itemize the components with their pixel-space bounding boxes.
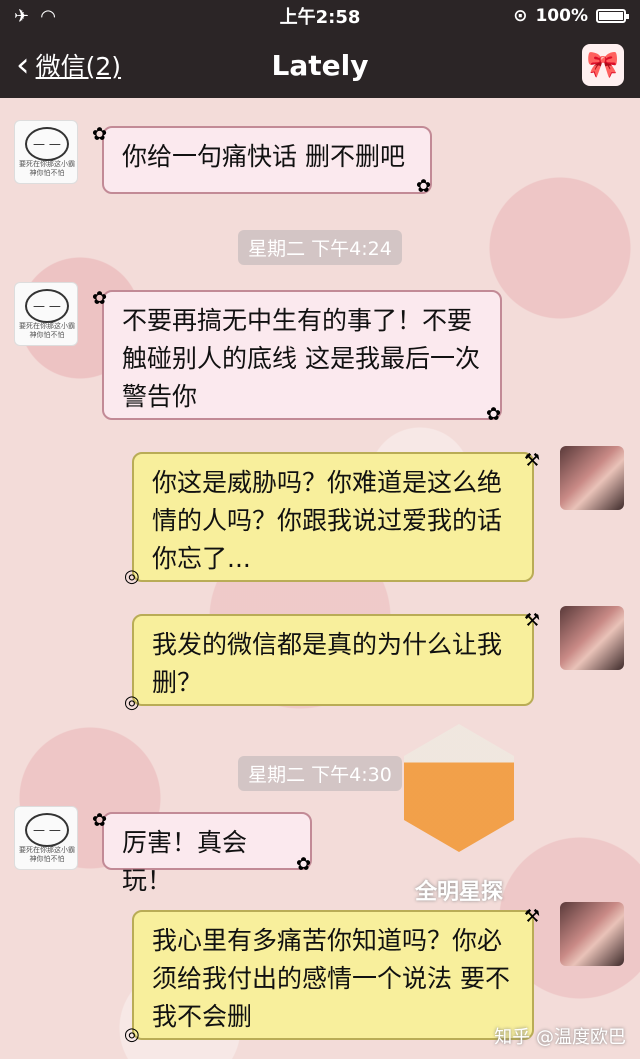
chat-profile-button[interactable]: 🎀 (582, 44, 624, 86)
timestamp: 星期二 下午4:24 (0, 230, 640, 265)
message-bubble-incoming[interactable]: 你给一句痛快话 删不删吧 (102, 126, 432, 194)
contact-avatar[interactable]: 要死在你那这小霸神你怕不怕 (14, 806, 78, 870)
chopper-icon: 🎀 (586, 50, 620, 80)
my-avatar[interactable] (560, 606, 624, 670)
back-button[interactable]: ‹ 微信(2) (16, 47, 121, 83)
zhihu-watermark: 知乎 @温度欧巴 (494, 1027, 626, 1048)
battery-icon (596, 9, 629, 23)
hammer-icon: ⚒ (524, 906, 541, 927)
status-time: 上午2:58 (279, 7, 361, 28)
chevron-left-icon: ‹ (16, 45, 30, 85)
nav-bar: ‹ 微信(2) Lately 🎀 (0, 32, 640, 98)
flower-icon: ✿ (296, 854, 312, 875)
airplane-icon: ✈ (14, 5, 30, 27)
flower-icon: ✿ (92, 124, 108, 145)
hammer-icon: ⚒ (524, 610, 541, 631)
message-bubble-outgoing[interactable]: 你这是威胁吗？你难道是这么绝情的人吗？你跟我说过爱我的话你忘了... (132, 452, 534, 582)
my-avatar[interactable] (560, 902, 624, 966)
hammer-icon: ⚒ (524, 450, 541, 471)
rotation-lock-icon: ⊙ (513, 6, 528, 26)
drum-icon: ◎ (124, 692, 140, 713)
message-bubble-incoming[interactable]: 厉害！真会玩！ (102, 812, 312, 895)
contact-avatar[interactable]: 要死在你那这小霸神你怕不怕 (14, 282, 78, 346)
drum-icon: ◎ (124, 566, 140, 587)
message-bubble-outgoing[interactable]: 我心里有多痛苦你知道吗？你必须给我付出的感情一个说法 要不我不会删 (132, 910, 534, 1040)
flower-icon: ✿ (92, 288, 108, 309)
message-bubble-incoming[interactable]: 不要再搞无中生有的事了！不要触碰别人的底线 这是我最后一次警告你 (102, 290, 502, 420)
my-avatar[interactable] (560, 446, 624, 510)
wifi-icon: ◠ (41, 5, 55, 27)
back-label: 微信(2) (35, 52, 122, 81)
flower-icon: ✿ (486, 404, 502, 425)
flower-icon: ✿ (416, 176, 432, 197)
status-bar: ✈ ◠ 上午2:58 ⊙ 100% (0, 0, 640, 32)
contact-avatar[interactable]: 要死在你那这小霸神你怕不怕 (14, 120, 78, 184)
site-watermark: 全明星探 (394, 724, 524, 905)
flower-icon: ✿ (92, 810, 108, 831)
drum-icon: ◎ (124, 1024, 140, 1045)
top-bar: ✈ ◠ 上午2:58 ⊙ 100% ‹ 微信(2) Lately 🎀 (0, 0, 640, 98)
message-bubble-outgoing[interactable]: 我发的微信都是真的为什么让我删？ (132, 614, 534, 706)
timestamp: 星期二 下午4:30 (0, 756, 640, 791)
watermark-logo-icon (404, 724, 514, 852)
battery-percent: 100% (535, 6, 588, 26)
